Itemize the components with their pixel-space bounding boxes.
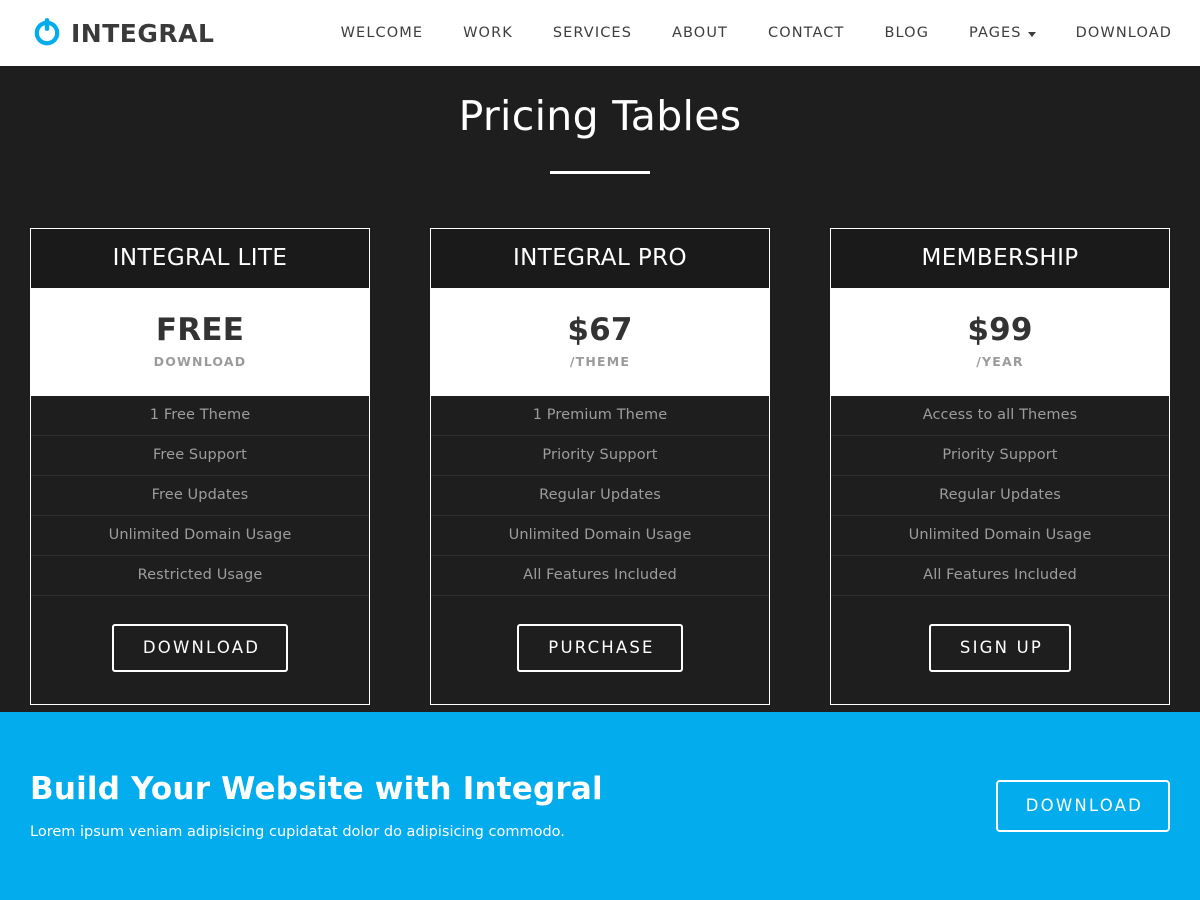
pricing-card-integral-pro: INTEGRAL PRO $67 /THEME 1 Premium Theme …: [430, 228, 770, 706]
nav-item-download[interactable]: DOWNLOAD: [1056, 25, 1172, 41]
list-item: Regular Updates: [831, 476, 1169, 516]
list-item: All Features Included: [831, 556, 1169, 596]
plan-price-block: $99 /YEAR: [831, 289, 1169, 396]
plan-period: /THEME: [569, 353, 631, 369]
nav-item-about[interactable]: ABOUT: [652, 25, 748, 41]
power-button-icon: [34, 18, 60, 46]
download-button[interactable]: DOWNLOAD: [111, 623, 289, 673]
cta-banner: Build Your Website with Integral Lorem i…: [0, 712, 1200, 900]
pricing-section: Pricing Tables INTEGRAL LITE FREE DOWNLO…: [0, 66, 1200, 712]
plan-price: $99: [967, 312, 1033, 349]
list-item: Free Updates: [31, 476, 369, 516]
cta-download-button[interactable]: DOWNLOAD: [995, 779, 1170, 833]
plan-period: DOWNLOAD: [153, 353, 247, 369]
list-item: Unlimited Domain Usage: [31, 516, 369, 556]
plan-feature-list: Access to all Themes Priority Support Re…: [831, 396, 1169, 596]
nav-item-services[interactable]: SERVICES: [533, 25, 652, 41]
plan-period: /YEAR: [976, 353, 1024, 369]
plan-price-block: FREE DOWNLOAD: [31, 289, 369, 396]
sign-up-button[interactable]: SIGN UP: [928, 623, 1072, 673]
list-item: Regular Updates: [431, 476, 769, 516]
nav-item-pages[interactable]: PAGES: [949, 25, 1056, 41]
list-item: Unlimited Domain Usage: [431, 516, 769, 556]
brand-name: INTEGRAL: [71, 18, 215, 48]
nav-label: CONTACT: [768, 25, 845, 41]
nav-label: WELCOME: [340, 25, 424, 41]
cta-subtitle: Lorem ipsum veniam adipisicing cupidatat…: [30, 823, 565, 840]
nav-item-welcome[interactable]: WELCOME: [321, 25, 444, 41]
nav-label: PAGES: [969, 25, 1022, 41]
nav-label: ABOUT: [672, 25, 728, 41]
list-item: Free Support: [31, 436, 369, 476]
list-item: Priority Support: [431, 436, 769, 476]
cta-title: Build Your Website with Integral: [30, 770, 603, 807]
plan-price: $67: [567, 312, 633, 349]
page-root: INTEGRAL WELCOME WORK SERVICES ABOUT CON…: [0, 0, 1200, 900]
page-title: Pricing Tables: [458, 92, 742, 140]
plan-name: INTEGRAL PRO: [431, 229, 769, 290]
purchase-button[interactable]: PURCHASE: [517, 623, 683, 673]
nav-label: SERVICES: [552, 25, 632, 41]
list-item: Priority Support: [831, 436, 1169, 476]
cta-text-group: Build Your Website with Integral Lorem i…: [30, 770, 603, 842]
plan-feature-list: 1 Premium Theme Priority Support Regular…: [431, 396, 769, 596]
nav-item-blog[interactable]: BLOG: [864, 25, 949, 41]
list-item: All Features Included: [431, 556, 769, 596]
pricing-plans-list: INTEGRAL LITE FREE DOWNLOAD 1 Free Theme…: [0, 228, 1200, 706]
plan-price-block: $67 /THEME: [431, 289, 769, 396]
list-item: Unlimited Domain Usage: [831, 516, 1169, 556]
nav-item-work[interactable]: WORK: [443, 25, 533, 41]
chevron-down-icon: [1027, 31, 1036, 37]
pricing-card-membership: MEMBERSHIP $99 /YEAR Access to all Theme…: [830, 228, 1170, 706]
nav-label: BLOG: [884, 25, 930, 41]
plan-action-area: DOWNLOAD: [31, 596, 369, 705]
nav-item-contact[interactable]: CONTACT: [748, 25, 864, 41]
plan-name: INTEGRAL LITE: [31, 229, 369, 290]
plan-action-area: PURCHASE: [431, 596, 769, 705]
list-item: Access to all Themes: [831, 396, 1169, 436]
pricing-card-integral-lite: INTEGRAL LITE FREE DOWNLOAD 1 Free Theme…: [30, 228, 370, 706]
plan-feature-list: 1 Free Theme Free Support Free Updates U…: [31, 396, 369, 596]
plan-price: FREE: [155, 312, 245, 349]
plan-action-area: SIGN UP: [831, 596, 1169, 705]
title-divider: [550, 171, 650, 175]
list-item: Restricted Usage: [31, 556, 369, 596]
site-header: INTEGRAL WELCOME WORK SERVICES ABOUT CON…: [0, 0, 1200, 66]
brand-logo-link[interactable]: INTEGRAL: [30, 16, 214, 50]
nav-label: WORK: [463, 25, 513, 41]
main-navigation: WELCOME WORK SERVICES ABOUT CONTACT BLOG…: [321, 25, 1172, 41]
cta-action-area: DOWNLOAD: [995, 779, 1170, 833]
plan-name: MEMBERSHIP: [831, 229, 1169, 290]
nav-label: DOWNLOAD: [1075, 25, 1172, 41]
list-item: 1 Premium Theme: [431, 396, 769, 436]
list-item: 1 Free Theme: [31, 396, 369, 436]
